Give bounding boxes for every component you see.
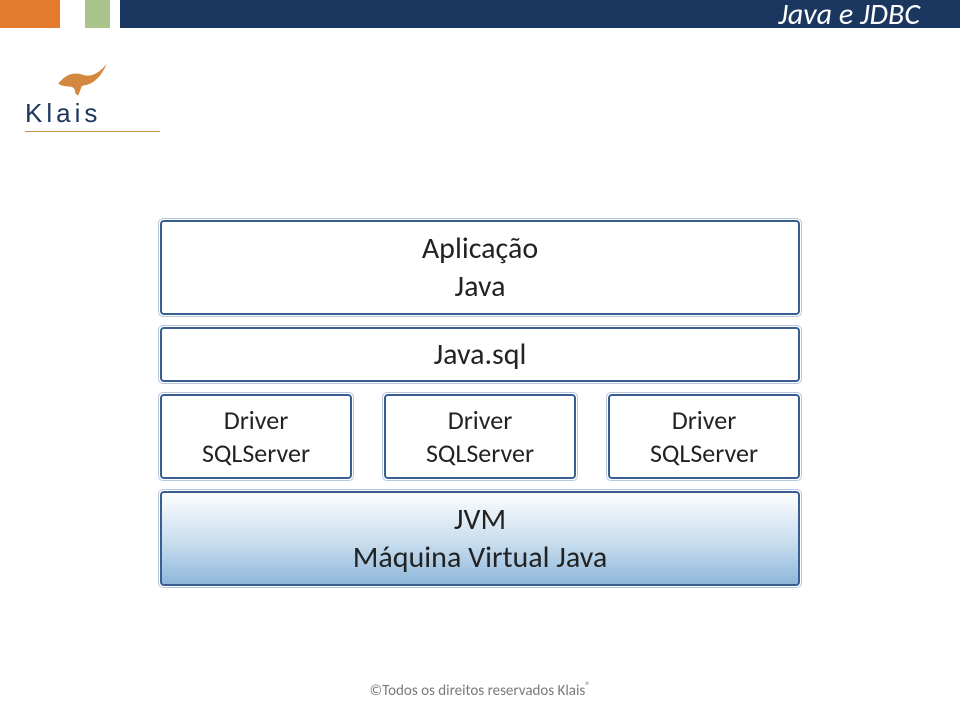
driver-line1: Driver	[224, 404, 289, 437]
javasql-box: Java.sql	[160, 327, 800, 382]
application-line2: Java	[455, 268, 506, 306]
jvm-box: JVM Máquina Virtual Java	[160, 491, 800, 586]
driver-line1: Driver	[672, 404, 737, 437]
registered-mark: ®	[585, 679, 590, 692]
javasql-label: Java.sql	[434, 336, 527, 374]
driver-box: Driver SQLServer	[160, 394, 352, 479]
copyright-text: ©Todos os direitos reservados Klais	[370, 682, 586, 700]
jdbc-diagram: Aplicação Java Java.sql Driver SQLServer…	[160, 220, 800, 586]
jvm-line1: JVM	[454, 501, 506, 539]
accent-orange	[0, 0, 60, 28]
jvm-line2: Máquina Virtual Java	[353, 539, 607, 577]
driver-box: Driver SQLServer	[608, 394, 800, 479]
logo-text: Klais	[25, 98, 101, 129]
header-strip: Java e JDBC	[120, 0, 960, 28]
application-box: Aplicação Java	[160, 220, 800, 315]
logo-underline	[25, 131, 160, 132]
driver-line2: SQLServer	[202, 437, 310, 470]
accent-green	[85, 0, 110, 28]
driver-line2: SQLServer	[426, 437, 534, 470]
header-bar: Java e JDBC	[0, 0, 960, 28]
application-line1: Aplicação	[422, 230, 538, 268]
logo: Klais	[25, 58, 185, 132]
drivers-row: Driver SQLServer Driver SQLServer Driver…	[160, 394, 800, 479]
hummingbird-icon	[51, 58, 111, 98]
driver-box: Driver SQLServer	[384, 394, 576, 479]
accent-gap	[60, 0, 85, 28]
page-title: Java e JDBC	[778, 0, 920, 33]
footer: ©Todos os direitos reservados Klais®	[0, 679, 960, 700]
driver-line1: Driver	[448, 404, 513, 437]
driver-line2: SQLServer	[650, 437, 758, 470]
